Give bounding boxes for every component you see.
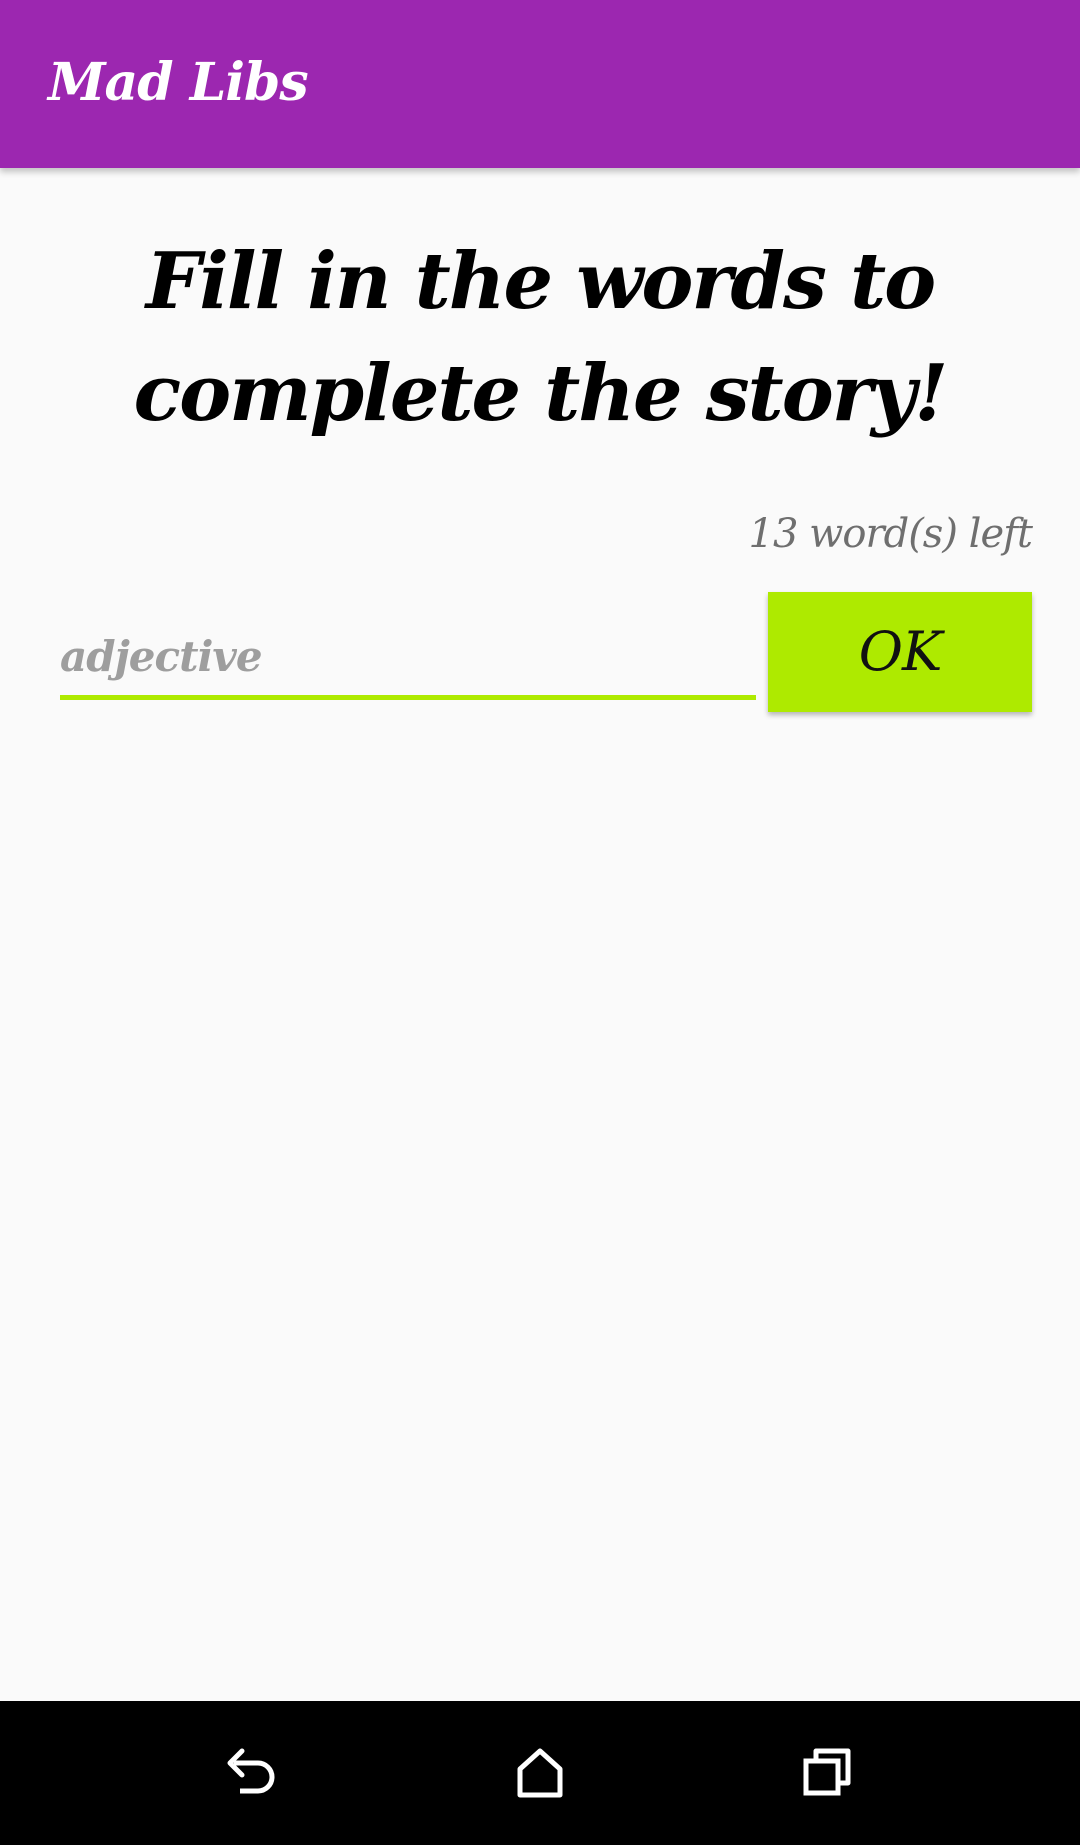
system-nav-bar (0, 1701, 1080, 1845)
recents-icon (803, 1748, 851, 1796)
word-input[interactable] (60, 618, 756, 695)
nav-recents-button[interactable] (778, 1723, 878, 1823)
app-bar: Mad Libs (0, 0, 1080, 168)
ok-button[interactable]: OK (768, 592, 1032, 712)
main-content: Fill in the words to complete the story!… (0, 168, 1080, 1701)
app-screen: Mad Libs Fill in the words to complete t… (0, 0, 1080, 1845)
nav-home-button[interactable] (490, 1723, 590, 1823)
nav-back-button[interactable] (202, 1723, 302, 1823)
home-icon (517, 1748, 563, 1798)
back-icon (227, 1748, 275, 1794)
app-title: Mad Libs (48, 52, 309, 113)
words-left-counter: 13 word(s) left (748, 511, 1033, 557)
word-input-container (60, 618, 756, 700)
instructions-heading: Fill in the words to complete the story! (133, 236, 949, 439)
